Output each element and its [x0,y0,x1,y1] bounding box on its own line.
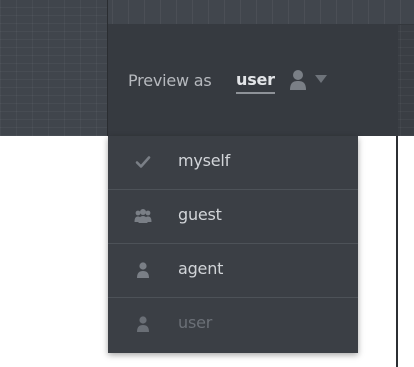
user-icon [137,316,149,332]
caret-down-icon[interactable] [314,74,328,84]
user-icon [137,262,149,278]
background-gap [398,136,414,367]
menu-item-label: myself [178,151,231,170]
menu-item-label: user [178,313,213,332]
header-left-panel [0,0,108,136]
menu-item-user[interactable]: user [108,298,358,351]
stage: Preview as user myself guest agent user [0,0,414,367]
menu-item-guest[interactable]: guest [108,190,358,244]
preview-as-current-value: user [236,70,275,94]
menu-item-label: agent [178,259,224,278]
preview-as-dropdown-trigger[interactable]: Preview as user [108,24,398,136]
preview-as-label: Preview as [128,71,212,90]
preview-as-menu: myself guest agent user [108,136,358,353]
menu-item-myself[interactable]: myself [108,136,358,190]
check-icon [135,156,151,168]
menu-item-agent[interactable]: agent [108,244,358,298]
menu-item-label: guest [178,205,222,224]
user-icon [290,70,306,90]
group-icon [134,209,152,223]
